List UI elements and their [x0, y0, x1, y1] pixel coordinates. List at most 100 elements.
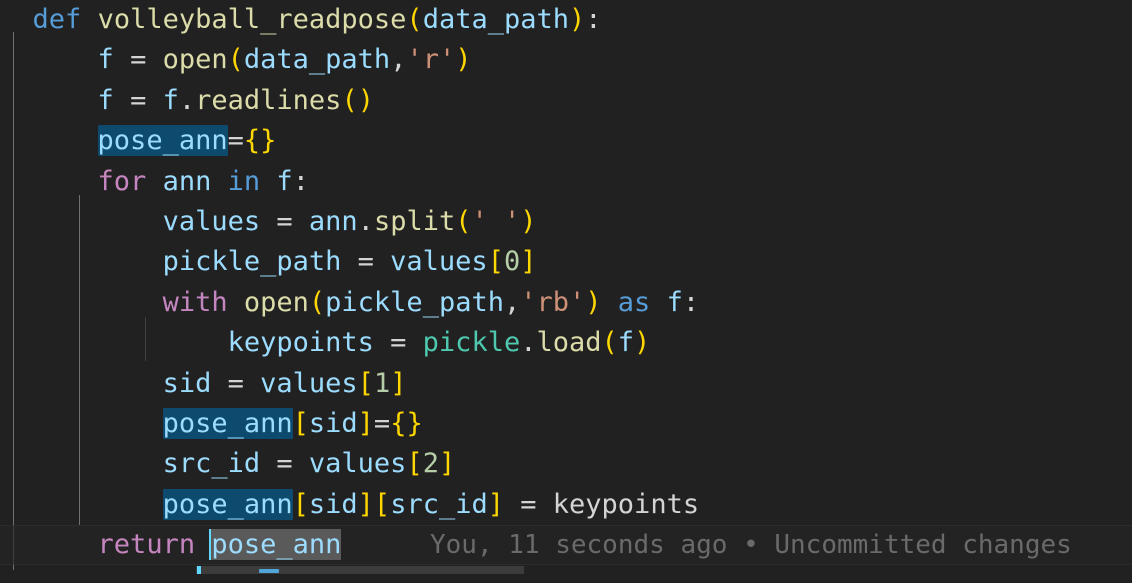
code-line-6[interactable]: values = ann.split(' ')	[0, 202, 1132, 242]
token-variable-keypoints: keypoints	[227, 327, 374, 359]
token-colon: :	[585, 4, 602, 35]
token-object-f: f	[162, 84, 179, 116]
token-occurrence-pose-ann[interactable]: pose_ann	[162, 488, 293, 520]
token-bracket-open: [	[357, 367, 374, 399]
token-object-ann: ann	[308, 206, 358, 237]
code-line-9[interactable]: keypoints = pickle.load(f)	[0, 323, 1132, 363]
token-paren-open: (	[308, 286, 326, 318]
code-line-8[interactable]: with open(pickle_path,'rb') as f:	[0, 283, 1132, 323]
code-line-12[interactable]: src_id = values[2]	[0, 444, 1132, 484]
token-keyword-return: return	[97, 529, 196, 560]
token-paren-close: )	[455, 44, 472, 76]
token-paren-close: )	[569, 4, 586, 35]
minimap-token-highlight	[259, 569, 279, 573]
token-variable-pickle-path: pickle_path	[162, 246, 342, 278]
code-editor-viewport[interactable]: def volleyball_readpose(data_path): f = …	[0, 0, 1132, 583]
token-comma: ,	[390, 44, 407, 76]
token-colon: :	[682, 286, 700, 318]
code-line-2[interactable]: f = open(data_path,'r')	[0, 40, 1132, 80]
token-method-split: split	[373, 206, 456, 237]
token-variable-f: f	[276, 165, 293, 197]
token-assign: =	[260, 206, 309, 237]
token-dot: .	[520, 327, 537, 359]
token-assign: =	[113, 84, 163, 116]
token-variable-values: values	[162, 206, 261, 237]
token-parens: ()	[341, 84, 374, 116]
token-variable-f: f	[97, 84, 114, 116]
token-string-rb: 'rb'	[520, 286, 586, 318]
token-keyword-for: for	[97, 165, 147, 197]
token-keyword-as: as	[617, 286, 651, 318]
token-paren-open: (	[601, 327, 618, 359]
token-bracket-close: ]	[520, 246, 537, 278]
token-builtin-open: open	[162, 44, 228, 76]
token-assign: =	[373, 327, 423, 359]
token-assign: =	[211, 367, 261, 399]
token-variable-f: f	[666, 286, 683, 318]
token-key-sid: sid	[308, 408, 358, 439]
token-bracket-close: ]	[390, 367, 407, 399]
token-comma: ,	[503, 286, 521, 318]
code-line-1[interactable]: def volleyball_readpose(data_path):	[0, 0, 1132, 40]
token-array-values: values	[260, 367, 358, 399]
token-arg-pickle-path: pickle_path	[325, 286, 504, 318]
code-line-3[interactable]: f = f.readlines()	[0, 81, 1132, 121]
token-assign: =	[373, 408, 391, 439]
token-bracket-close: ]	[357, 488, 374, 520]
token-variable-src-id: src_id	[162, 448, 261, 480]
token-bracket-close: ]	[438, 448, 456, 480]
token-selected-pose-ann[interactable]: pose_ann	[211, 529, 342, 560]
token-variable-sid: sid	[162, 367, 212, 399]
token-assign: =	[113, 44, 163, 76]
token-function-name: volleyball_readpose	[97, 4, 407, 35]
token-number-index: 2	[422, 448, 439, 480]
token-paren-close: )	[634, 327, 651, 359]
token-array-values: values	[308, 448, 407, 480]
token-paren-open: (	[455, 206, 472, 237]
token-value-keypoints: keypoints	[552, 488, 700, 520]
code-line-11[interactable]: pose_ann[sid]={}	[0, 404, 1132, 444]
token-variable-f: f	[97, 44, 114, 76]
token-number-index: 0	[503, 246, 521, 278]
token-array-values: values	[390, 246, 488, 278]
token-arg-f: f	[617, 327, 635, 359]
token-bracket-open: [	[406, 448, 423, 480]
code-line-4[interactable]: pose_ann={}	[0, 121, 1132, 161]
token-paren-close: )	[585, 286, 602, 318]
token-method-readlines: readlines	[195, 84, 342, 116]
token-arg-data-path: data_path	[243, 44, 391, 76]
token-assign: =	[227, 125, 244, 157]
token-occurrence-pose-ann[interactable]: pose_ann	[162, 408, 293, 439]
token-variable-ann: ann	[162, 165, 212, 197]
editor-left-border	[13, 525, 14, 565]
token-assign: =	[260, 448, 309, 480]
code-line-14[interactable]: return pose_ann	[0, 525, 1132, 565]
token-keyword-with: with	[162, 286, 228, 318]
code-line-10[interactable]: sid = values[1]	[0, 364, 1132, 404]
token-key-sid: sid	[308, 488, 358, 520]
minimap-slider[interactable]	[196, 566, 524, 574]
token-paren-open: (	[406, 4, 423, 35]
token-module-pickle: pickle	[422, 327, 521, 359]
token-string-space: ' '	[471, 206, 521, 237]
token-number-index: 1	[373, 367, 391, 399]
token-builtin-open: open	[243, 286, 309, 318]
token-keyword-def: def	[32, 4, 82, 35]
code-line-5[interactable]: for ann in f:	[0, 162, 1132, 202]
token-bracket-close: ]	[487, 488, 504, 520]
token-parameter: data_path	[422, 4, 569, 35]
code-line-13[interactable]: pose_ann[sid][src_id] = keypoints	[0, 485, 1132, 525]
token-dot: .	[178, 84, 196, 116]
token-bracket-open: [	[373, 488, 391, 520]
token-braces: {}	[243, 125, 277, 157]
token-occurrence-pose-ann[interactable]: pose_ann	[97, 125, 228, 157]
token-bracket-close: ]	[357, 408, 374, 439]
token-dot: .	[357, 206, 374, 237]
token-bracket-open: [	[292, 488, 309, 520]
code-line-7[interactable]: pickle_path = values[0]	[0, 242, 1132, 282]
token-paren-close: )	[520, 206, 537, 237]
token-keyword-in: in	[227, 165, 261, 197]
token-string-r: 'r'	[406, 44, 456, 76]
minimap-caret	[197, 566, 201, 574]
token-braces: {}	[390, 408, 423, 439]
